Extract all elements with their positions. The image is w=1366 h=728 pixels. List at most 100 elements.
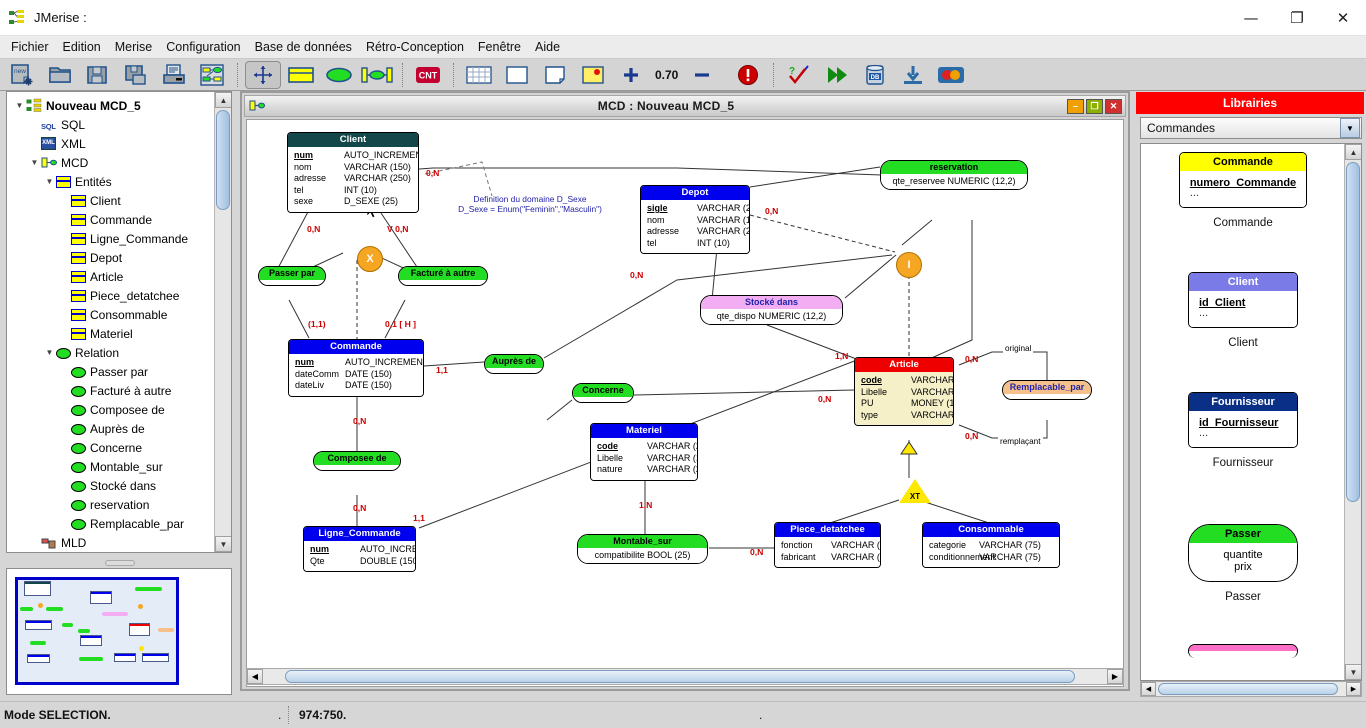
palette-colors-icon[interactable]	[933, 61, 969, 89]
relation-composee-de[interactable]: Composee de	[313, 451, 401, 472]
canvas-scroll-thumb[interactable]	[285, 670, 1075, 683]
tree-node-facture-a-autre[interactable]: Facturé à autre	[13, 381, 213, 400]
window-minimize-button[interactable]: —	[1228, 0, 1274, 36]
library-item-fournisseur[interactable]: Fournisseur id_Fournisseur... Fournisseur	[1141, 392, 1345, 469]
mcd-frame-close-button[interactable]: ✕	[1105, 98, 1122, 114]
grid-icon[interactable]	[461, 61, 497, 89]
tree-scroll-thumb[interactable]	[216, 110, 230, 210]
library-scroll-right-arrow[interactable]: ▶	[1346, 682, 1361, 696]
relation-concerne[interactable]: Concerne	[572, 383, 634, 404]
relation-remplacable-par[interactable]: Remplacable_par	[1002, 380, 1092, 401]
library-vertical-scrollbar[interactable]: ▲ ▼	[1344, 144, 1361, 680]
mcd-frame-titlebar[interactable]: MCD : Nouveau MCD_5 – ❐ ✕	[244, 95, 1126, 117]
library-horizontal-scrollbar[interactable]: ◀ ▶	[1140, 681, 1362, 697]
tree-twisty-expanded-icon[interactable]: ▼	[43, 177, 56, 186]
relation-icon[interactable]	[321, 61, 357, 89]
library-hscroll-thumb[interactable]	[1158, 683, 1338, 695]
import-download-icon[interactable]	[895, 61, 931, 89]
tree-node-mld[interactable]: MLD	[13, 533, 213, 552]
mcd-frame-restore-button[interactable]: ❐	[1086, 98, 1103, 114]
tree-twisty-expanded-icon[interactable]: ▼	[43, 348, 56, 357]
menu-aide[interactable]: Aide	[528, 38, 567, 56]
chevron-down-icon[interactable]: ▼	[1340, 118, 1360, 138]
check-validate-icon[interactable]: ?	[781, 61, 817, 89]
relation-montable-sur[interactable]: Montable_sur compatibilite BOOL (25)	[577, 534, 708, 565]
tree-node-materiel[interactable]: Materiel	[13, 324, 213, 343]
tree-node-depot[interactable]: Depot	[13, 248, 213, 267]
relation-stocké-dans[interactable]: Stocké dans qte_dispo NUMERIC (12,2)	[700, 295, 843, 326]
tree-scroll-down-arrow[interactable]: ▼	[215, 536, 231, 552]
tree-node-stocke-dans[interactable]: Stocké dans	[13, 476, 213, 495]
window-close-button[interactable]: ✕	[1320, 0, 1366, 36]
tree-node-sql[interactable]: SQL SQL	[13, 115, 213, 134]
run-forward-icon[interactable]	[819, 61, 855, 89]
tree-node-commande[interactable]: Commande	[13, 210, 213, 229]
menu-fenetre[interactable]: Fenêtre	[471, 38, 528, 56]
constraint-node-x[interactable]: X	[357, 246, 383, 272]
zoom-out-icon[interactable]	[684, 61, 720, 89]
project-tree[interactable]: ▼ Nouveau MCD_5 SQL SQL XML XML ▼ MCD ▼ Entités Cl…	[7, 92, 213, 552]
mcd-frame-minimize-button[interactable]: –	[1067, 98, 1084, 114]
save-icon[interactable]	[80, 61, 116, 89]
relation-reservation[interactable]: reservation qte_reservee NUMERIC (12,2)	[880, 160, 1028, 191]
cnt-constraint-icon[interactable]: CNT	[410, 61, 446, 89]
entity-materiel[interactable]: Materiel code VARCHAR (25) Libelle VARCHAR (…	[590, 423, 698, 481]
library-item-client[interactable]: Client id_Client... Client	[1141, 272, 1345, 349]
minimap-panel[interactable]	[6, 568, 232, 695]
select-move-icon[interactable]	[245, 60, 281, 89]
tree-node-nouveau-mcd-5[interactable]: ▼ Nouveau MCD_5	[13, 96, 213, 115]
entity-client[interactable]: ClientnumAUTO_INCREMENTnomVARCHAR (150)a…	[287, 132, 419, 213]
tree-node-mcd[interactable]: ▼ MCD	[13, 153, 213, 172]
canvas-horizontal-scrollbar[interactable]: ◀ ▶	[246, 668, 1124, 685]
menu-merise[interactable]: Merise	[108, 38, 160, 56]
relation-facturé-à-autre[interactable]: Facturé à autre	[398, 266, 488, 287]
menu-fichier[interactable]: Fichier	[4, 38, 56, 56]
save-as-icon[interactable]	[118, 61, 154, 89]
entity-ligne-commande[interactable]: Ligne_Commandenum AUTO_INCREMENT Qte DOUBLE…	[303, 526, 416, 573]
constraint-node-i[interactable]: I	[896, 252, 922, 278]
mcd-model-icon[interactable]	[194, 61, 230, 89]
tree-scroll-up-arrow[interactable]: ▲	[215, 92, 231, 108]
mcd-canvas[interactable]: ClientnumAUTO_INCREMENTnomVARCHAR (150)a…	[247, 120, 1109, 672]
error-alert-icon[interactable]	[730, 61, 766, 89]
tree-node-entites[interactable]: ▼ Entités	[13, 172, 213, 191]
menu-configuration[interactable]: Configuration	[159, 38, 247, 56]
tree-twisty-expanded-icon[interactable]: ▼	[28, 158, 41, 167]
tree-vertical-scrollbar[interactable]: ▲ ▼	[214, 92, 231, 552]
tree-twisty-expanded-icon[interactable]: ▼	[13, 101, 26, 110]
canvas-scroll-right-arrow[interactable]: ▶	[1107, 669, 1123, 684]
tree-node-relation[interactable]: ▼ Relation	[13, 343, 213, 362]
tree-node-xml[interactable]: XML XML	[13, 134, 213, 153]
blank-page-icon[interactable]	[499, 61, 535, 89]
library-item-partial[interactable]	[1141, 644, 1345, 661]
database-icon[interactable]: DB	[857, 61, 893, 89]
association-link-icon[interactable]	[359, 61, 395, 89]
tree-node-article[interactable]: Article	[13, 267, 213, 286]
entity-piece-detatchee[interactable]: Piece_detatcheefonctionVARCHAR (75)fabri…	[774, 522, 881, 569]
relation-passer-par[interactable]: Passer par	[258, 266, 326, 287]
library-scroll-left-arrow[interactable]: ◀	[1141, 682, 1156, 696]
entity-depot[interactable]: DepotsigleVARCHAR (25)nomVARCHAR (150)ad…	[640, 185, 750, 255]
tree-node-passer-par[interactable]: Passer par	[13, 362, 213, 381]
relation-auprès-de[interactable]: Auprès de	[484, 354, 544, 375]
menu-retro-conception[interactable]: Rétro-Conception	[359, 38, 471, 56]
zoom-in-icon[interactable]	[613, 61, 649, 89]
tree-node-composee-de[interactable]: Composee de	[13, 400, 213, 419]
tree-node-concerne[interactable]: Concerne	[13, 438, 213, 457]
print-icon[interactable]	[156, 61, 192, 89]
menu-edition[interactable]: Edition	[56, 38, 108, 56]
entity-article[interactable]: Article code VARCHAR (25) Libelle VARCHAR (1…	[854, 357, 954, 427]
tree-node-reservation[interactable]: reservation	[13, 495, 213, 514]
entity-icon[interactable]	[283, 61, 319, 89]
sticky-note-icon[interactable]	[575, 61, 611, 89]
new-document-icon[interactable]: new	[4, 61, 40, 89]
library-scroll-up-arrow[interactable]: ▲	[1345, 144, 1361, 160]
canvas-scroll-left-arrow[interactable]: ◀	[247, 669, 263, 684]
note-page-icon[interactable]	[537, 61, 573, 89]
library-item-commande[interactable]: Commande numero_Commande... Commande	[1141, 152, 1345, 229]
tree-node-aupres-de[interactable]: Auprès de	[13, 419, 213, 438]
minimap-viewport[interactable]	[15, 577, 179, 685]
tree-node-client[interactable]: Client	[13, 191, 213, 210]
open-folder-icon[interactable]	[42, 61, 78, 89]
mcd-canvas-viewport[interactable]: ClientnumAUTO_INCREMENTnomVARCHAR (150)a…	[246, 119, 1124, 687]
